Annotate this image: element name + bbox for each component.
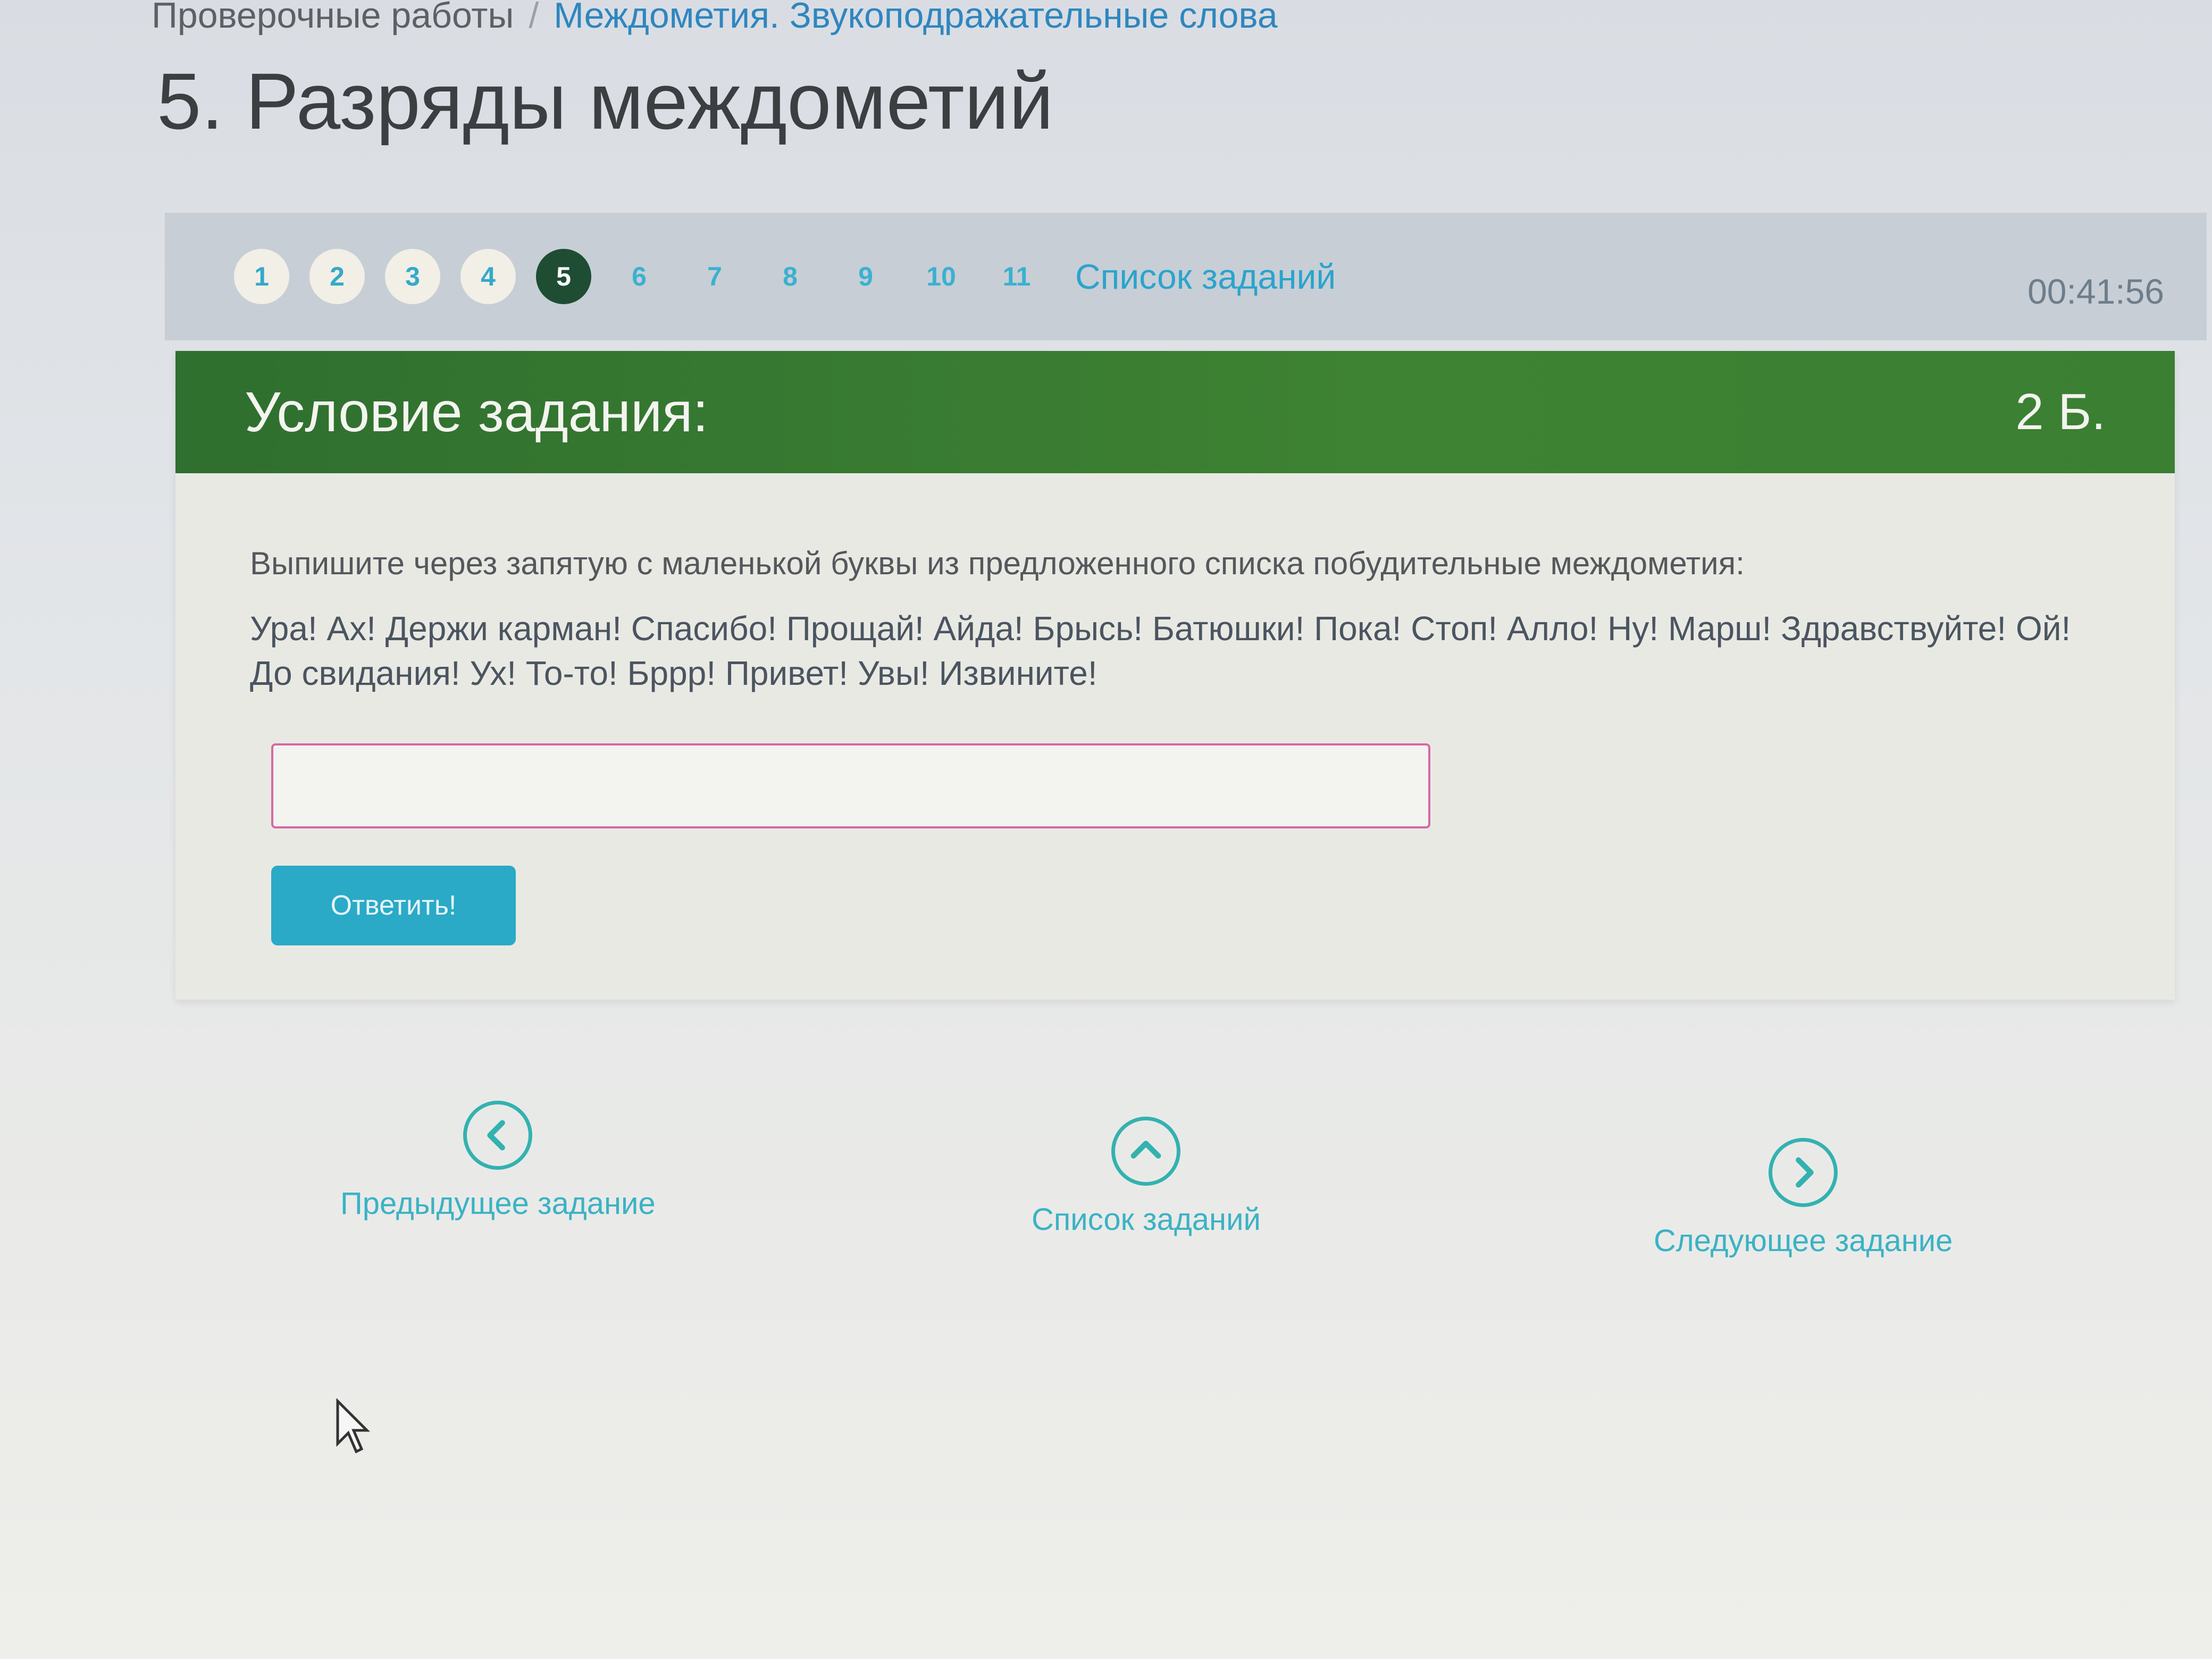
points-badge: 2 Б. xyxy=(2015,383,2106,440)
previous-task-label: Предыдущее задание xyxy=(340,1186,656,1221)
task-number-3[interactable]: 3 xyxy=(385,249,440,304)
task-condition-panel: Условие задания: 2 Б. Выпишите через зап… xyxy=(175,351,2175,1000)
task-number-6[interactable]: 6 xyxy=(611,249,667,304)
task-number-10[interactable]: 10 xyxy=(914,249,969,304)
breadcrumb-link-topic[interactable]: Междометия. Звукоподражательные слова xyxy=(554,0,1277,36)
task-navigation-bar: 1 2 3 4 5 6 7 8 9 10 11 Список заданий 0… xyxy=(165,213,2207,340)
next-task-label: Следующее задание xyxy=(1654,1224,1953,1258)
task-number-9[interactable]: 9 xyxy=(838,249,893,304)
task-number-4[interactable]: 4 xyxy=(460,249,516,304)
task-list-bottom-label: Список заданий xyxy=(1032,1202,1261,1237)
task-instruction: Выпишите через запятую с маленькой буквы… xyxy=(250,546,1745,581)
breadcrumb-separator: / xyxy=(529,0,539,36)
chevron-up-icon xyxy=(1111,1117,1181,1186)
panel-title: Условие задания: xyxy=(245,380,709,443)
task-number-5-current[interactable]: 5 xyxy=(536,249,591,304)
panel-body: Выпишите через запятую с маленькой буквы… xyxy=(175,473,2175,945)
chevron-right-icon xyxy=(1769,1138,1838,1207)
mouse-cursor-icon xyxy=(336,1398,371,1454)
timer: 00:41:56 xyxy=(2027,272,2164,311)
task-number-7[interactable]: 7 xyxy=(687,249,742,304)
next-task-link[interactable]: Следующее задание xyxy=(1654,1138,1953,1259)
answer-button[interactable]: Ответить! xyxy=(271,866,516,945)
task-number-2[interactable]: 2 xyxy=(309,249,365,304)
previous-task-link[interactable]: Предыдущее задание xyxy=(340,1101,656,1221)
page-title: 5. Разряды междометий xyxy=(157,56,1054,146)
task-number-11[interactable]: 11 xyxy=(989,249,1044,304)
breadcrumb: Проверочные работы / Междометия. Звукоподр… xyxy=(152,0,1278,39)
task-list-link[interactable]: Список заданий xyxy=(1075,256,1336,297)
task-number-1[interactable]: 1 xyxy=(234,249,289,304)
interjection-word-list: Ура! Ах! Держи карман! Спасибо! Прощай! … xyxy=(250,609,2071,692)
chevron-left-icon xyxy=(463,1101,533,1170)
task-number-8[interactable]: 8 xyxy=(763,249,818,304)
panel-header: Условие задания: 2 Б. xyxy=(175,351,2175,473)
answer-input[interactable] xyxy=(271,743,1430,828)
task-list-bottom-link[interactable]: Список заданий xyxy=(1032,1117,1261,1237)
breadcrumb-link-tests[interactable]: Проверочные работы xyxy=(152,0,514,36)
